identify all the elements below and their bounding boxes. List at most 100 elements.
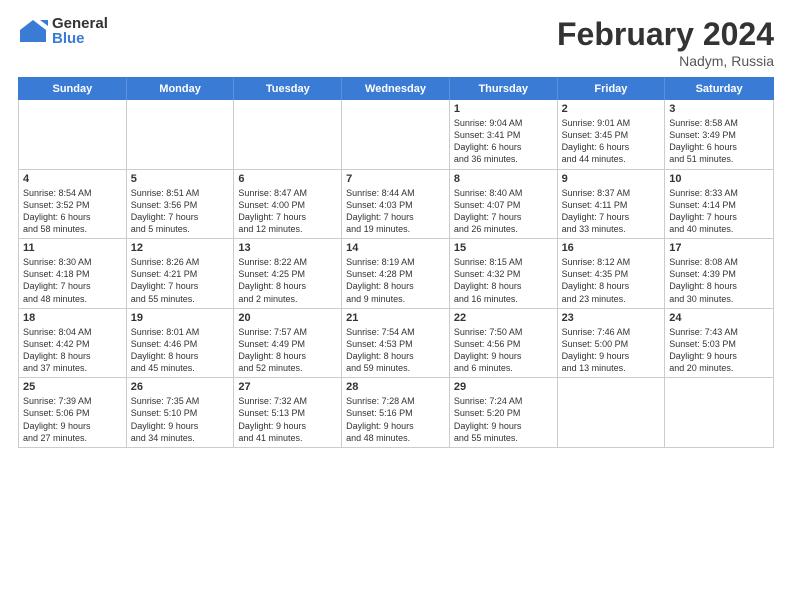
- day-number: 25: [23, 381, 122, 393]
- day-info: Sunrise: 8:40 AM Sunset: 4:07 PM Dayligh…: [454, 187, 553, 236]
- day-info: Sunrise: 8:22 AM Sunset: 4:25 PM Dayligh…: [238, 256, 337, 305]
- calendar-day-10: 10 Sunrise: 8:33 AM Sunset: 4:14 PM Dayli…: [665, 170, 773, 239]
- day-info: Sunrise: 8:26 AM Sunset: 4:21 PM Dayligh…: [131, 256, 230, 305]
- calendar-empty-cell: [342, 100, 450, 169]
- calendar-day-18: 18 Sunrise: 8:04 AM Sunset: 4:42 PM Dayli…: [19, 309, 127, 378]
- calendar-day-17: 17 Sunrise: 8:08 AM Sunset: 4:39 PM Dayli…: [665, 239, 773, 308]
- calendar-day-3: 3 Sunrise: 8:58 AM Sunset: 3:49 PM Daylig…: [665, 100, 773, 169]
- day-number: 28: [346, 381, 445, 393]
- day-number: 29: [454, 381, 553, 393]
- day-number: 16: [562, 242, 661, 254]
- calendar-week-1: 1 Sunrise: 9:04 AM Sunset: 3:41 PM Daylig…: [19, 100, 773, 170]
- calendar-day-20: 20Sunrise: 7:57 AM Sunset: 4:49 PM Dayli…: [234, 309, 342, 378]
- day-info: Sunrise: 7:35 AM Sunset: 5:10 PM Dayligh…: [131, 395, 230, 444]
- day-number: 13: [238, 242, 337, 254]
- day-info: Sunrise: 8:15 AM Sunset: 4:32 PM Dayligh…: [454, 256, 553, 305]
- day-info: Sunrise: 9:04 AM Sunset: 3:41 PM Dayligh…: [454, 117, 553, 166]
- calendar-header: SundayMondayTuesdayWednesdayThursdayFrid…: [19, 78, 773, 100]
- day-info: Sunrise: 8:58 AM Sunset: 3:49 PM Dayligh…: [669, 117, 769, 166]
- day-info: Sunrise: 8:08 AM Sunset: 4:39 PM Dayligh…: [669, 256, 769, 305]
- day-number: 14: [346, 242, 445, 254]
- day-info: Sunrise: 8:12 AM Sunset: 4:35 PM Dayligh…: [562, 256, 661, 305]
- header-day-saturday: Saturday: [665, 78, 773, 100]
- day-number: 18: [23, 312, 122, 324]
- day-info: Sunrise: 7:32 AM Sunset: 5:13 PM Dayligh…: [238, 395, 337, 444]
- month-title: February 2024: [557, 16, 774, 53]
- page: General Blue February 2024 Nadym, Russia…: [0, 0, 792, 612]
- day-info: Sunrise: 8:33 AM Sunset: 4:14 PM Dayligh…: [669, 187, 769, 236]
- day-number: 5: [131, 173, 230, 185]
- header: General Blue February 2024 Nadym, Russia: [18, 16, 774, 69]
- logo-text: General Blue: [52, 16, 108, 46]
- header-day-tuesday: Tuesday: [234, 78, 342, 100]
- calendar-day-21: 21 Sunrise: 7:54 AM Sunset: 4:53 PM Dayli…: [342, 309, 450, 378]
- day-number: 22: [454, 312, 553, 324]
- calendar-empty-cell: [234, 100, 342, 169]
- day-number: 11: [23, 242, 122, 254]
- day-info: Sunrise: 8:30 AM Sunset: 4:18 PM Dayligh…: [23, 256, 122, 305]
- day-number: 17: [669, 242, 769, 254]
- day-info: Sunrise: 7:28 AM Sunset: 5:16 PM Dayligh…: [346, 395, 445, 444]
- calendar-day-24: 24Sunrise: 7:43 AM Sunset: 5:03 PM Dayli…: [665, 309, 773, 378]
- calendar-day-25: 25Sunrise: 7:39 AM Sunset: 5:06 PM Dayli…: [19, 378, 127, 447]
- calendar-week-5: 25Sunrise: 7:39 AM Sunset: 5:06 PM Dayli…: [19, 378, 773, 447]
- calendar-day-28: 28 Sunrise: 7:28 AM Sunset: 5:16 PM Dayli…: [342, 378, 450, 447]
- logo: General Blue: [18, 16, 108, 46]
- day-info: Sunrise: 7:54 AM Sunset: 4:53 PM Dayligh…: [346, 326, 445, 375]
- calendar-empty-cell: [558, 378, 666, 447]
- day-number: 7: [346, 173, 445, 185]
- day-number: 21: [346, 312, 445, 324]
- calendar-day-13: 13 Sunrise: 8:22 AM Sunset: 4:25 PM Dayli…: [234, 239, 342, 308]
- calendar-week-3: 11 Sunrise: 8:30 AM Sunset: 4:18 PM Dayli…: [19, 239, 773, 309]
- logo-blue-text: Blue: [52, 31, 108, 46]
- calendar-week-4: 18 Sunrise: 8:04 AM Sunset: 4:42 PM Dayli…: [19, 309, 773, 379]
- day-number: 1: [454, 103, 553, 115]
- day-number: 9: [562, 173, 661, 185]
- day-number: 10: [669, 173, 769, 185]
- day-number: 6: [238, 173, 337, 185]
- logo-general-text: General: [52, 16, 108, 31]
- calendar-body-outer: 1 Sunrise: 9:04 AM Sunset: 3:41 PM Daylig…: [18, 100, 774, 448]
- day-info: Sunrise: 8:44 AM Sunset: 4:03 PM Dayligh…: [346, 187, 445, 236]
- day-number: 3: [669, 103, 769, 115]
- day-number: 26: [131, 381, 230, 393]
- day-info: Sunrise: 8:54 AM Sunset: 3:52 PM Dayligh…: [23, 187, 122, 236]
- calendar-day-11: 11 Sunrise: 8:30 AM Sunset: 4:18 PM Dayli…: [19, 239, 127, 308]
- calendar-day-7: 7 Sunrise: 8:44 AM Sunset: 4:03 PM Daylig…: [342, 170, 450, 239]
- day-info: Sunrise: 9:01 AM Sunset: 3:45 PM Dayligh…: [562, 117, 661, 166]
- day-number: 24: [669, 312, 769, 324]
- calendar-header-wrapper: SundayMondayTuesdayWednesdayThursdayFrid…: [18, 77, 774, 100]
- calendar-day-26: 26 Sunrise: 7:35 AM Sunset: 5:10 PM Dayli…: [127, 378, 235, 447]
- calendar-day-23: 23Sunrise: 7:46 AM Sunset: 5:00 PM Dayli…: [558, 309, 666, 378]
- day-number: 15: [454, 242, 553, 254]
- calendar-day-12: 12Sunrise: 8:26 AM Sunset: 4:21 PM Dayli…: [127, 239, 235, 308]
- header-day-sunday: Sunday: [19, 78, 127, 100]
- day-info: Sunrise: 7:24 AM Sunset: 5:20 PM Dayligh…: [454, 395, 553, 444]
- calendar-empty-cell: [127, 100, 235, 169]
- day-info: Sunrise: 7:46 AM Sunset: 5:00 PM Dayligh…: [562, 326, 661, 375]
- header-day-monday: Monday: [127, 78, 235, 100]
- header-day-friday: Friday: [558, 78, 666, 100]
- calendar-day-8: 8 Sunrise: 8:40 AM Sunset: 4:07 PM Daylig…: [450, 170, 558, 239]
- day-info: Sunrise: 7:50 AM Sunset: 4:56 PM Dayligh…: [454, 326, 553, 375]
- day-info: Sunrise: 8:04 AM Sunset: 4:42 PM Dayligh…: [23, 326, 122, 375]
- calendar-day-1: 1 Sunrise: 9:04 AM Sunset: 3:41 PM Daylig…: [450, 100, 558, 169]
- day-info: Sunrise: 8:51 AM Sunset: 3:56 PM Dayligh…: [131, 187, 230, 236]
- logo-icon: [18, 16, 48, 46]
- day-number: 19: [131, 312, 230, 324]
- calendar-day-4: 4Sunrise: 8:54 AM Sunset: 3:52 PM Daylig…: [19, 170, 127, 239]
- calendar-day-22: 22 Sunrise: 7:50 AM Sunset: 4:56 PM Dayli…: [450, 309, 558, 378]
- location: Nadym, Russia: [557, 53, 774, 69]
- day-number: 8: [454, 173, 553, 185]
- calendar-week-2: 4Sunrise: 8:54 AM Sunset: 3:52 PM Daylig…: [19, 170, 773, 240]
- day-info: Sunrise: 8:37 AM Sunset: 4:11 PM Dayligh…: [562, 187, 661, 236]
- calendar-body: 1 Sunrise: 9:04 AM Sunset: 3:41 PM Daylig…: [19, 100, 773, 447]
- day-info: Sunrise: 8:47 AM Sunset: 4:00 PM Dayligh…: [238, 187, 337, 236]
- calendar-empty-cell: [19, 100, 127, 169]
- calendar-day-15: 15 Sunrise: 8:15 AM Sunset: 4:32 PM Dayli…: [450, 239, 558, 308]
- title-block: February 2024 Nadym, Russia: [557, 16, 774, 69]
- calendar-day-14: 14Sunrise: 8:19 AM Sunset: 4:28 PM Dayli…: [342, 239, 450, 308]
- header-day-wednesday: Wednesday: [342, 78, 450, 100]
- day-info: Sunrise: 8:01 AM Sunset: 4:46 PM Dayligh…: [131, 326, 230, 375]
- day-info: Sunrise: 7:57 AM Sunset: 4:49 PM Dayligh…: [238, 326, 337, 375]
